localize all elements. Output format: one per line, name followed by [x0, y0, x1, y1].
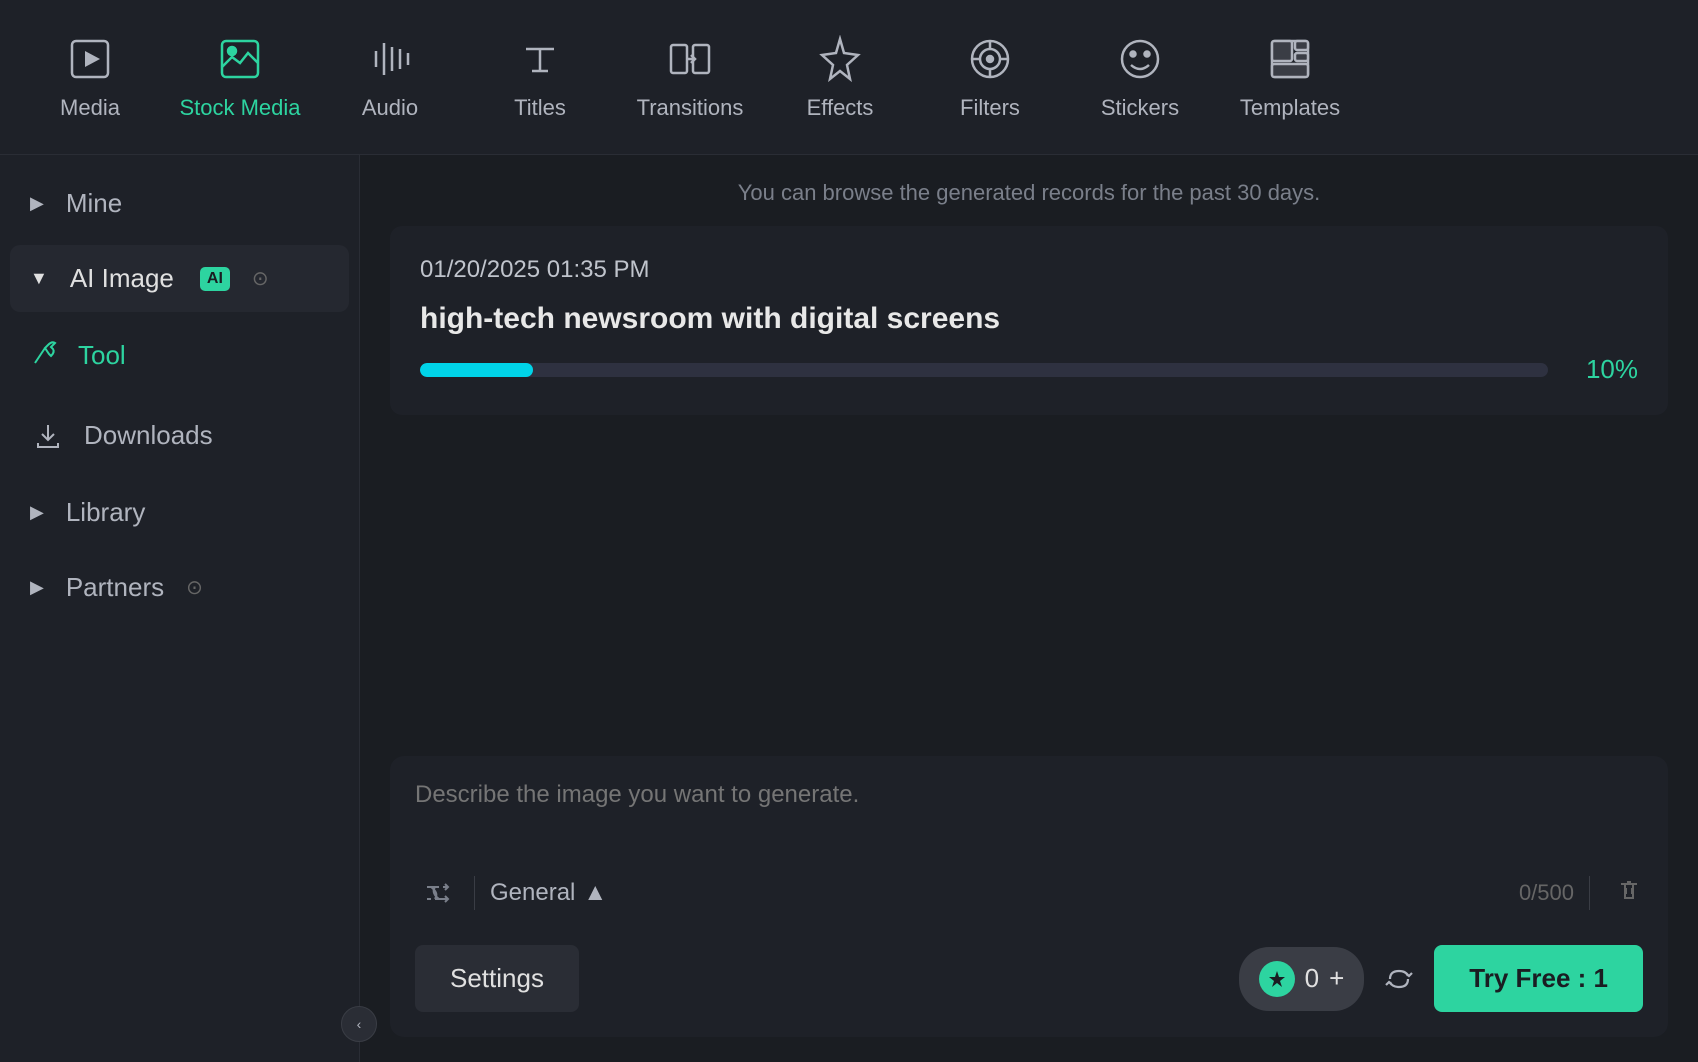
nav-item-stock-media[interactable]: Stock Media [170, 12, 310, 142]
titles-icon [514, 33, 566, 85]
nav-item-audio[interactable]: Audio [320, 12, 460, 142]
bottom-bar: Settings 0 + [415, 945, 1643, 1012]
prompt-controls: General ▲ 0/500 [415, 871, 1643, 915]
stock-media-icon [214, 33, 266, 85]
ai-image-help-icon[interactable]: ⊙ [252, 266, 269, 291]
info-text: You can browse the generated records for… [390, 180, 1668, 206]
transitions-icon [664, 33, 716, 85]
nav-label-effects: Effects [807, 95, 874, 121]
char-divider [1589, 876, 1590, 910]
sidebar-partners-label: Partners [66, 572, 164, 603]
nav-item-transitions[interactable]: Transitions [620, 12, 760, 142]
nav-item-stickers[interactable]: Stickers [1070, 12, 1210, 142]
sidebar-item-mine[interactable]: ▶ Mine [10, 170, 349, 237]
credits-button[interactable]: 0 + [1239, 947, 1365, 1011]
ai-badge: AI [200, 267, 230, 291]
top-nav: Media Stock Media Audio Titles [0, 0, 1698, 155]
nav-label-audio: Audio [362, 95, 418, 121]
nav-item-effects[interactable]: Effects [770, 12, 910, 142]
shuffle-button[interactable] [415, 871, 459, 915]
prompt-section: General ▲ 0/500 Settings [390, 756, 1668, 1037]
progress-container: 10% [420, 354, 1638, 385]
progress-bar-bg [420, 363, 1548, 377]
stickers-icon [1114, 33, 1166, 85]
clear-prompt-button[interactable] [1615, 876, 1643, 911]
media-icon [64, 33, 116, 85]
partners-chevron: ▶ [30, 577, 44, 598]
main-content: ▶ Mine ▼ AI Image AI ⊙ Tool [0, 155, 1698, 1062]
nav-item-filters[interactable]: Filters [920, 12, 1060, 142]
nav-item-media[interactable]: Media [20, 12, 160, 142]
sidebar-item-downloads[interactable]: Downloads [10, 399, 349, 471]
sidebar-downloads-label: Downloads [84, 420, 213, 451]
library-chevron: ▶ [30, 502, 44, 523]
generation-timestamp: 01/20/2025 01:35 PM [420, 256, 1638, 284]
right-panel: You can browse the generated records for… [360, 155, 1698, 1062]
filters-icon [964, 33, 1016, 85]
progress-bar-fill [420, 363, 533, 377]
audio-icon [364, 33, 416, 85]
sidebar: ▶ Mine ▼ AI Image AI ⊙ Tool [0, 155, 360, 1062]
templates-icon [1264, 33, 1316, 85]
generation-card: 01/20/2025 01:35 PM high-tech newsroom w… [390, 226, 1668, 415]
partners-help-icon[interactable]: ⊙ [186, 575, 203, 600]
nav-item-templates[interactable]: Templates [1220, 12, 1360, 142]
nav-label-stock-media: Stock Media [179, 95, 300, 121]
refresh-button[interactable] [1376, 956, 1422, 1002]
credit-icon [1259, 961, 1295, 997]
collapse-button[interactable]: ‹ [341, 1006, 377, 1042]
sidebar-library-label: Library [66, 497, 145, 528]
downloads-icon [30, 417, 66, 453]
nav-label-titles: Titles [514, 95, 566, 121]
nav-label-transitions: Transitions [637, 95, 744, 121]
sidebar-mine-label: Mine [66, 188, 122, 219]
sidebar-tool-label: Tool [78, 340, 126, 371]
progress-percent: 10% [1568, 354, 1638, 385]
sidebar-item-library[interactable]: ▶ Library [10, 479, 349, 546]
style-label: General [490, 879, 575, 907]
sidebar-item-ai-image[interactable]: ▼ AI Image AI ⊙ [10, 245, 349, 312]
add-credit-button[interactable]: + [1329, 963, 1344, 994]
credit-count: 0 [1305, 963, 1319, 994]
controls-divider [474, 876, 475, 910]
mine-chevron: ▶ [30, 193, 44, 214]
generation-prompt: high-tech newsroom with digital screens [420, 302, 1638, 336]
nav-label-stickers: Stickers [1101, 95, 1179, 121]
credits-area: 0 + Try Free : 1 [1239, 945, 1643, 1012]
prompt-input[interactable] [415, 781, 1643, 851]
collapse-icon: ‹ [357, 1016, 362, 1032]
nav-label-filters: Filters [960, 95, 1020, 121]
style-chevron-icon: ▲ [583, 879, 607, 907]
sidebar-item-tool[interactable]: Tool [10, 320, 349, 391]
style-selector[interactable]: General ▲ [490, 879, 607, 907]
sidebar-item-partners[interactable]: ▶ Partners ⊙ [10, 554, 349, 621]
tool-icon [30, 338, 60, 373]
nav-item-titles[interactable]: Titles [470, 12, 610, 142]
nav-label-templates: Templates [1240, 95, 1340, 121]
char-count: 0/500 [1519, 880, 1574, 906]
effects-icon [814, 33, 866, 85]
settings-button[interactable]: Settings [415, 945, 579, 1012]
ai-image-chevron: ▼ [30, 268, 48, 289]
try-free-button[interactable]: Try Free : 1 [1434, 945, 1643, 1012]
nav-label-media: Media [60, 95, 120, 121]
sidebar-ai-image-label: AI Image [70, 263, 174, 294]
